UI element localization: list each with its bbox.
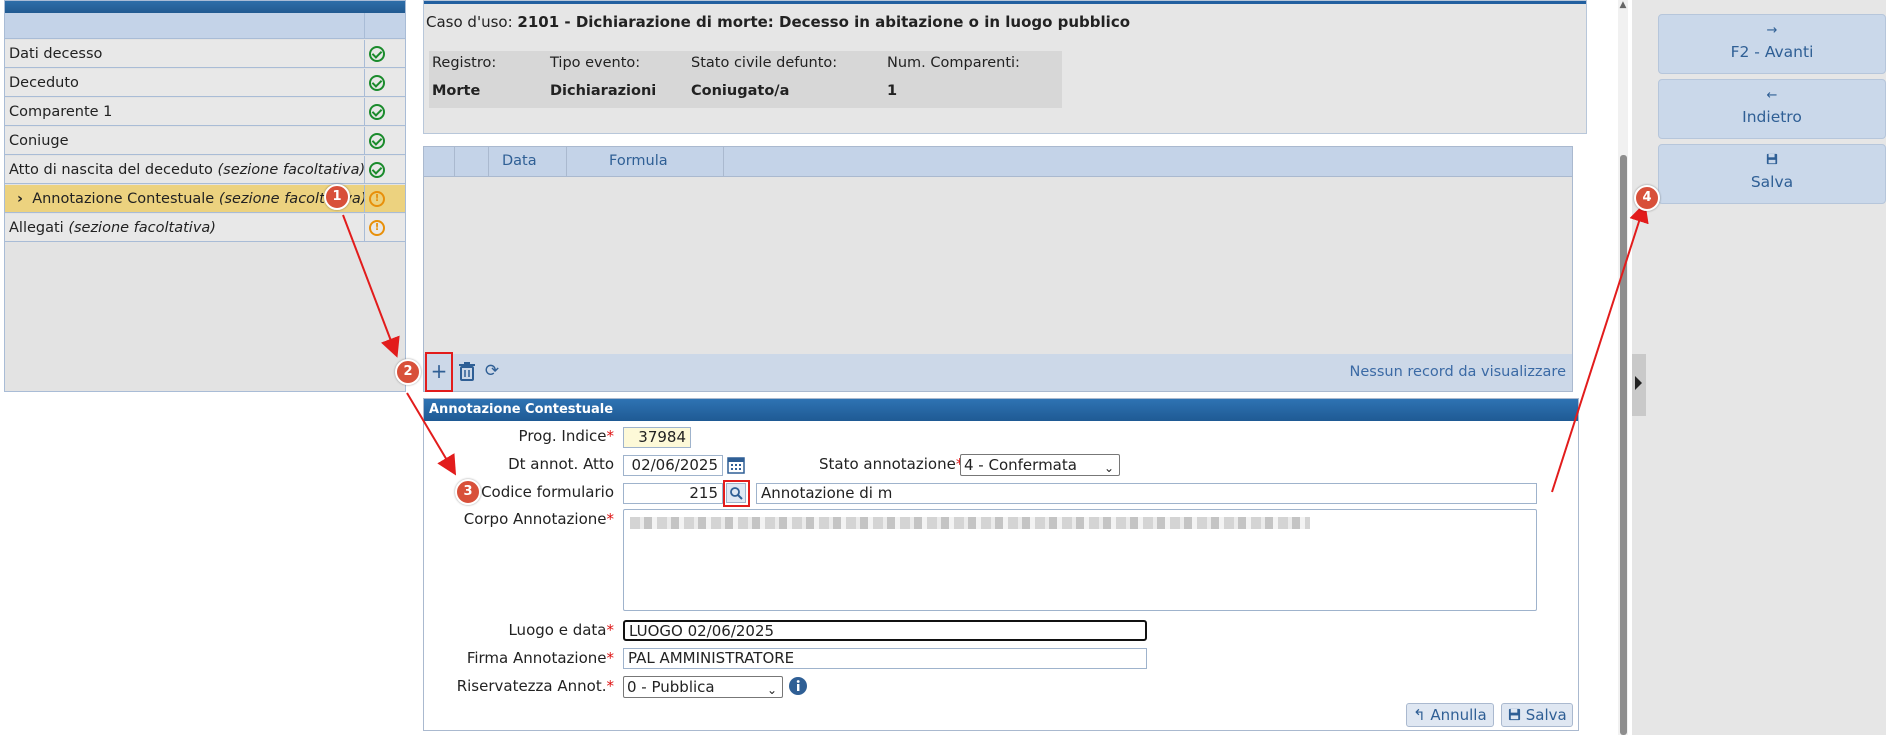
add-button-highlight (425, 352, 453, 392)
annotation-arrows (342, 202, 1649, 493)
arrow-3-to-4 (1551, 202, 1649, 493)
search-button-highlight (723, 480, 750, 507)
annotation-marker-3: 3 (455, 479, 481, 505)
arrow-2-to-3 (406, 392, 457, 476)
annotation-marker-4: 4 (1634, 185, 1660, 211)
annotation-marker-2: 2 (395, 359, 421, 385)
arrow-1-to-2 (342, 214, 400, 358)
annotation-marker-1: 1 (324, 184, 350, 210)
